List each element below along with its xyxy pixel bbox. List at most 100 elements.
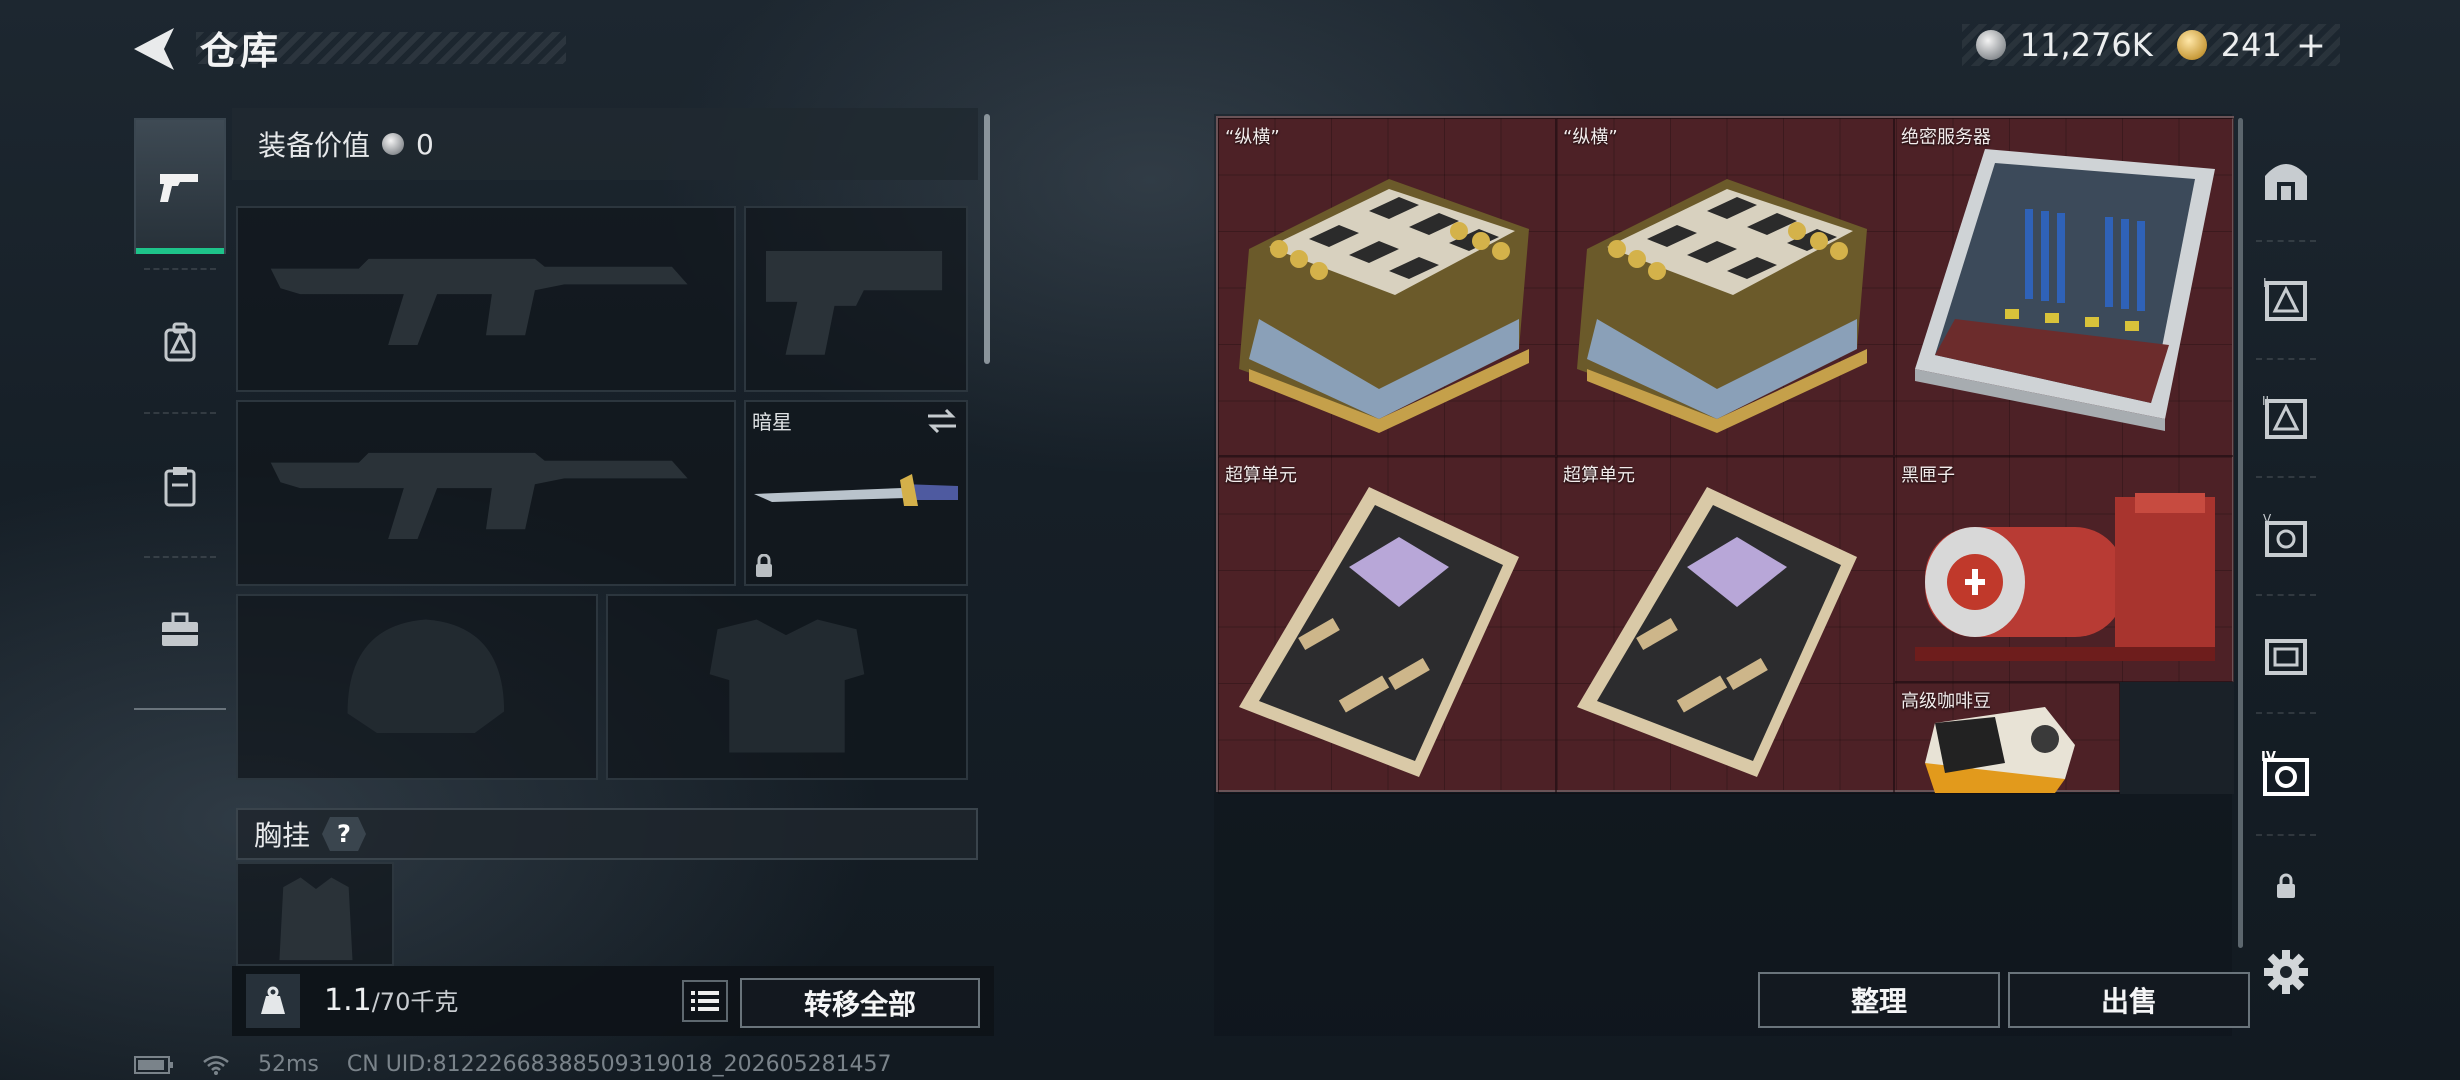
clipboard-icon [164, 467, 196, 507]
svg-text:IV: IV [2261, 750, 2276, 765]
item-name: 绝密服务器 [1901, 127, 1991, 148]
helmet-slot[interactable] [236, 594, 598, 780]
black-box-icon [1915, 493, 2215, 661]
item-name: 高级咖啡豆 [1901, 691, 1991, 712]
knife-icon [754, 474, 958, 506]
tab-storage-4[interactable] [2250, 594, 2322, 712]
primary-weapon-slot-1[interactable] [236, 206, 736, 392]
page-title: 仓库 [200, 29, 281, 73]
back-arrow-icon [134, 28, 174, 70]
armor-slot[interactable] [606, 594, 968, 780]
wifi-icon [203, 1055, 229, 1075]
server-icon [1915, 149, 2215, 431]
add-currency-button[interactable]: + [2296, 25, 2326, 66]
locked-tab [2250, 836, 2322, 936]
storage-page-3-icon: V [2263, 512, 2307, 557]
equipment-tabs [134, 108, 226, 712]
tab-weapons[interactable] [134, 118, 226, 254]
chest-rig-slot[interactable] [236, 862, 394, 966]
list-view-button[interactable] [682, 980, 728, 1022]
chest-rig-bar: 胸挂 ? [236, 808, 978, 860]
storage-tabs: I II V IV [2250, 114, 2322, 944]
circuit-board-icon [1577, 487, 1857, 777]
storage-item[interactable]: 超算单元 [1218, 456, 1556, 794]
gear-icon [2264, 950, 2308, 994]
back-button[interactable] [130, 26, 178, 72]
tab-vest[interactable] [134, 416, 226, 556]
melee-slot[interactable]: 暗星 [744, 400, 968, 586]
storage-page-4-icon [2265, 639, 2307, 675]
storage-page-1-icon: I [2263, 276, 2307, 321]
storage-item[interactable]: “纵横” [1556, 118, 1894, 456]
currency-bar: 11,276K 241 + [1961, 24, 2340, 66]
rifle-silhouette-icon [270, 258, 688, 345]
tab-storage-5[interactable]: IV [2250, 714, 2322, 832]
equipment-footer: 1.1/70千克 转移全部 [232, 966, 994, 1036]
pistol-icon [160, 174, 198, 202]
sell-button[interactable]: 出售 [2008, 972, 2250, 1028]
storage-item[interactable]: 绝密服务器 [1894, 118, 2234, 456]
svg-text:V: V [2263, 512, 2272, 526]
ping-text: 52ms [258, 1052, 319, 1077]
svg-text:I: I [2263, 276, 2267, 290]
armor-silhouette-icon [709, 619, 865, 753]
battery-icon [134, 1055, 173, 1074]
status-bar: 52ms CN UID:8122266838850931901​8_202605… [134, 1052, 892, 1077]
swap-icon[interactable] [926, 408, 958, 434]
silver-amount: 11,276K [2019, 26, 2153, 64]
item-name: “纵横” [1563, 127, 1618, 148]
transfer-all-button[interactable]: 转移全部 [740, 978, 980, 1028]
chessboard-icon [1577, 179, 1867, 433]
tab-supplies[interactable] [134, 560, 226, 700]
equipment-panel: 装备价值 0 暗星 胸挂 ? 1.1/70千克 转移全部 [232, 108, 994, 1036]
tab-storage-all[interactable] [2250, 120, 2322, 238]
equipment-value-bar: 装备价值 0 [232, 108, 978, 180]
tab-storage-3[interactable]: V [2250, 476, 2322, 594]
gold-amount: 241 [2220, 26, 2282, 64]
silver-coin-icon [1975, 30, 2006, 60]
uid-text: CN UID:8122266838850931901​8_20260528145… [346, 1052, 892, 1077]
tab-backpack[interactable] [134, 272, 226, 412]
storage-item[interactable]: 高级咖啡豆 [1894, 682, 2120, 794]
gold-coin-icon [2176, 30, 2207, 60]
pistol-silhouette-icon [765, 251, 943, 355]
pistol-slot[interactable] [744, 206, 968, 392]
item-name: “纵横” [1225, 127, 1280, 148]
weight-current: 1.1 [324, 983, 372, 1018]
storage-item[interactable]: “纵横” [1218, 118, 1556, 456]
weight-icon [246, 974, 300, 1028]
tab-storage-1[interactable]: I [2250, 240, 2322, 358]
storage-item[interactable]: 超算单元 [1556, 456, 1894, 794]
backpack-icon [164, 322, 196, 362]
lock-icon [2277, 873, 2295, 898]
vault-icon [2265, 164, 2307, 200]
svg-text:II: II [2262, 394, 2269, 408]
storage-item[interactable]: 黑匣子 [1894, 456, 2234, 682]
storage-grid: “纵横” “纵横” 绝密服务器 超算单元 超算单元 黑匣子 高级咖啡豆 [1216, 116, 2234, 794]
melee-name: 暗星 [752, 410, 792, 434]
item-name: 黑匣子 [1901, 465, 1955, 486]
primary-weapon-slot-2[interactable] [236, 400, 736, 586]
silver-coin-icon [382, 133, 405, 155]
helmet-silhouette-icon [347, 619, 505, 733]
tab-storage-2[interactable]: II [2250, 358, 2322, 476]
chessboard-icon [1239, 179, 1529, 433]
lock-icon [756, 554, 772, 577]
item-name: 超算单元 [1563, 465, 1635, 486]
rifle-silhouette-icon [270, 452, 688, 539]
circuit-board-icon [1239, 487, 1519, 777]
storage-page-5-icon: IV [2261, 750, 2309, 796]
chest-rig-silhouette-icon [279, 877, 353, 961]
weight-max: /70千克 [371, 988, 459, 1016]
storage-panel: “纵横” “纵横” 绝密服务器 超算单元 超算单元 黑匣子 高级咖啡豆 整理 出… [1214, 114, 2250, 1036]
empty-grid-cell[interactable] [2120, 682, 2234, 794]
equipment-scrollbar[interactable] [984, 114, 990, 364]
item-name: 超算单元 [1225, 465, 1297, 486]
equipment-value-label: 装备价值 [258, 129, 371, 162]
sort-button[interactable]: 整理 [1758, 972, 2000, 1028]
settings-button[interactable] [2262, 948, 2310, 996]
help-button[interactable]: ? [322, 817, 367, 851]
toolbox-icon [162, 612, 198, 646]
storage-scrollbar[interactable] [2238, 118, 2243, 948]
list-icon [691, 991, 719, 1011]
